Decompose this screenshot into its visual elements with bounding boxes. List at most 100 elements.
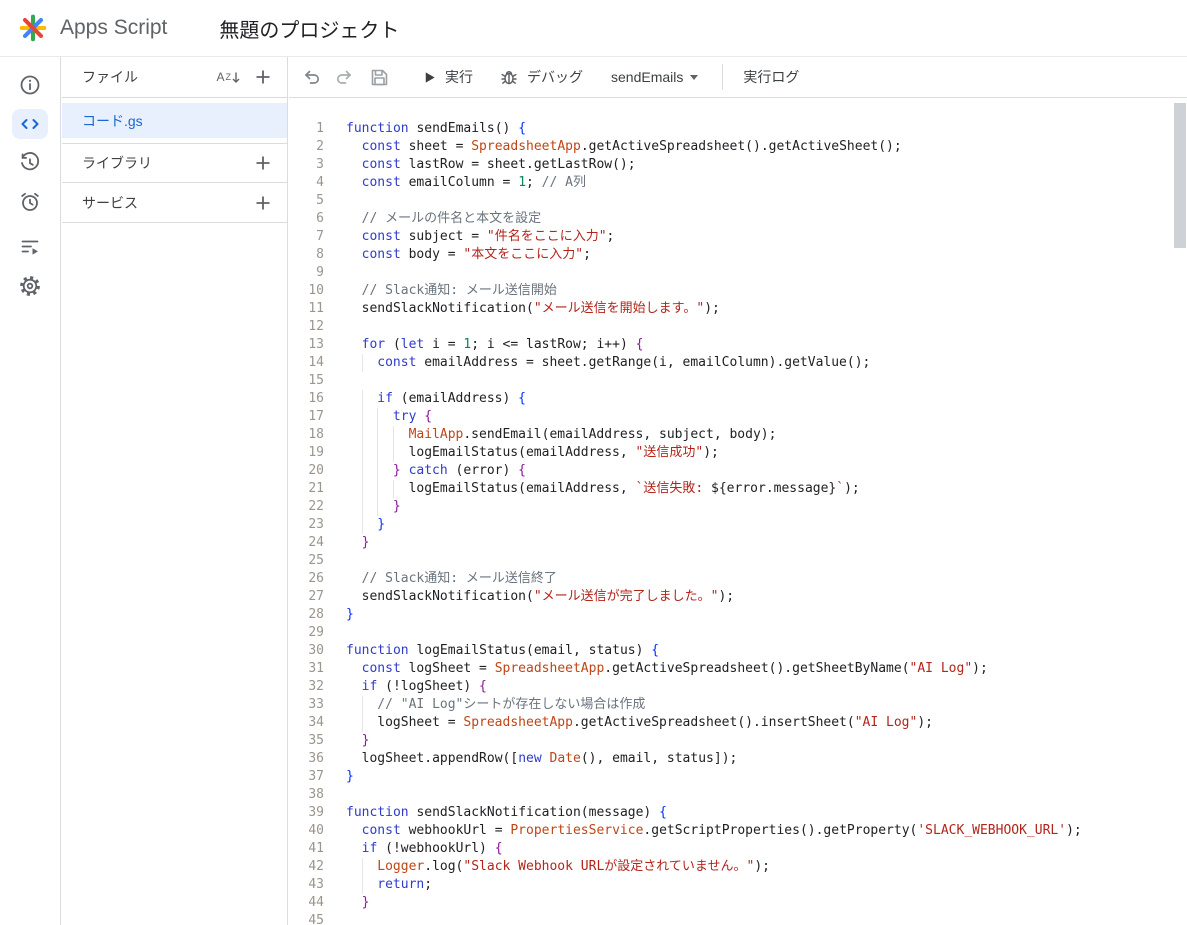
debug-button[interactable]: デバッグ [499, 67, 583, 87]
code-line: 25 [289, 552, 1173, 570]
line-number: 26 [308, 571, 324, 586]
rail-executions-button[interactable] [12, 232, 48, 262]
line-number: 43 [308, 877, 324, 892]
line-number: 35 [308, 733, 324, 748]
line-number: 4 [316, 175, 324, 190]
line-number: 42 [308, 859, 324, 874]
rail-editor-button[interactable] [12, 109, 48, 139]
line-number: 21 [308, 481, 324, 496]
code-line: 34 logSheet = SpreadsheetApp.getActiveSp… [289, 714, 1173, 732]
code-line: 29 [289, 624, 1173, 642]
execution-log-label: 実行ログ [743, 69, 800, 85]
save-icon [371, 69, 388, 86]
function-selector-value: sendEmails [611, 69, 684, 85]
line-number: 22 [308, 499, 324, 514]
line-number: 20 [308, 463, 324, 478]
file-item-code-gs[interactable]: コード.gs [62, 103, 287, 138]
undo-button[interactable] [302, 67, 322, 87]
bug-icon [501, 70, 517, 85]
line-number: 27 [308, 589, 324, 604]
line-number: 6 [316, 211, 324, 226]
line-number: 5 [316, 193, 324, 208]
code-line: 27 sendSlackNotification("メール送信が完了しました。"… [289, 588, 1173, 606]
code-line: 11 sendSlackNotification("メール送信を開始します。")… [289, 300, 1173, 318]
line-number: 18 [308, 427, 324, 442]
plus-icon [256, 156, 270, 170]
files-header-label: ファイル [82, 69, 138, 85]
vertical-scrollbar[interactable] [1173, 98, 1187, 925]
code-line: 37} [289, 768, 1173, 786]
app-name: Apps Script [60, 16, 168, 39]
redo-button[interactable] [334, 67, 354, 87]
run-button[interactable]: 実行 [422, 67, 473, 87]
services-label: サービス [82, 194, 138, 211]
line-number: 40 [308, 823, 324, 838]
line-number: 15 [308, 373, 324, 388]
code-line: 24 } [289, 534, 1173, 552]
plus-icon [256, 196, 270, 209]
code-line: 39 function sendSlackNotification(message… [289, 804, 1173, 822]
line-number: 17 [308, 409, 324, 424]
add-file-button[interactable] [253, 67, 273, 87]
code-icon [21, 119, 39, 129]
line-number: 10 [308, 283, 324, 298]
undo-icon [304, 70, 320, 84]
code-line: 44 } [289, 894, 1173, 912]
chevron-down-icon [690, 74, 699, 80]
libraries-section: ライブラリ [62, 143, 287, 183]
info-icon [20, 75, 40, 95]
rail-history-button[interactable] [12, 148, 48, 178]
code-line: 22 } [289, 498, 1173, 516]
toolbar-divider [722, 64, 724, 90]
alarm-icon [21, 192, 39, 211]
vertical-scrollbar-thumb[interactable] [1174, 103, 1186, 248]
code-line: 43 return; [289, 876, 1173, 894]
code-line: 17 try { [289, 408, 1173, 426]
editor-toolbar: 実行 デバッグ sendEmails 実行ログ [289, 57, 1187, 98]
history-icon [21, 152, 40, 171]
line-number: 38 [308, 787, 324, 802]
line-number: 37 [308, 769, 324, 784]
line-number: 2 [316, 139, 324, 154]
code-line: 40 const webhookUrl = PropertiesService.… [289, 822, 1173, 840]
line-number: 31 [308, 661, 324, 676]
sort-arrow-icon [232, 72, 240, 83]
code-line: 3 const lastRow = sheet.getLastRow(); [289, 156, 1173, 174]
code-line: 41 if (!webhookUrl) { [289, 840, 1173, 858]
app-header: Apps Script 無題のプロジェクト [0, 0, 1187, 57]
run-label: 実行 [445, 69, 473, 85]
code-line: 19 logEmailStatus(emailAddress, "送信成功"); [289, 444, 1173, 462]
line-number: 25 [308, 553, 324, 568]
function-selector[interactable]: sendEmails [611, 69, 699, 85]
code-line: 21 logEmailStatus(emailAddress, `送信失敗: $… [289, 480, 1173, 498]
code-line: 35 } [289, 732, 1173, 750]
code-line: 5 [289, 192, 1173, 210]
line-number: 9 [316, 265, 324, 280]
rail-settings-button[interactable] [12, 271, 48, 301]
code-editor[interactable]: 1 function sendEmails() {2 const sheet = … [289, 98, 1173, 925]
line-number: 28 [308, 607, 324, 622]
project-title[interactable]: 無題のプロジェクト [219, 14, 399, 43]
rail-triggers-button[interactable] [12, 187, 48, 217]
code-line: 6 // メールの件名と本文を設定 [289, 210, 1173, 228]
execution-log-button[interactable]: 実行ログ [743, 67, 799, 87]
file-item-label: コード.gs [82, 112, 143, 129]
apps-script-logo-icon[interactable] [17, 12, 49, 44]
line-number: 39 [308, 805, 324, 820]
line-number: 30 [308, 643, 324, 658]
add-library-button[interactable] [253, 153, 273, 173]
rail-overview-button[interactable] [12, 70, 48, 100]
code-line: 4 const emailColumn = 1; // A列 [289, 174, 1173, 192]
add-service-button[interactable] [253, 193, 273, 213]
code-line: 31 const logSheet = SpreadsheetApp.getAc… [289, 660, 1173, 678]
plus-icon [256, 70, 270, 84]
code-line: 10 // Slack通知: メール送信開始 [289, 282, 1173, 300]
line-number: 12 [308, 319, 324, 334]
services-section: サービス [62, 183, 287, 223]
line-number: 3 [316, 157, 324, 172]
libraries-label: ライブラリ [82, 155, 152, 171]
sort-files-icon[interactable]: AZ [216, 70, 241, 84]
line-number: 24 [308, 535, 324, 550]
line-number: 14 [308, 355, 324, 370]
save-button[interactable] [368, 66, 390, 88]
